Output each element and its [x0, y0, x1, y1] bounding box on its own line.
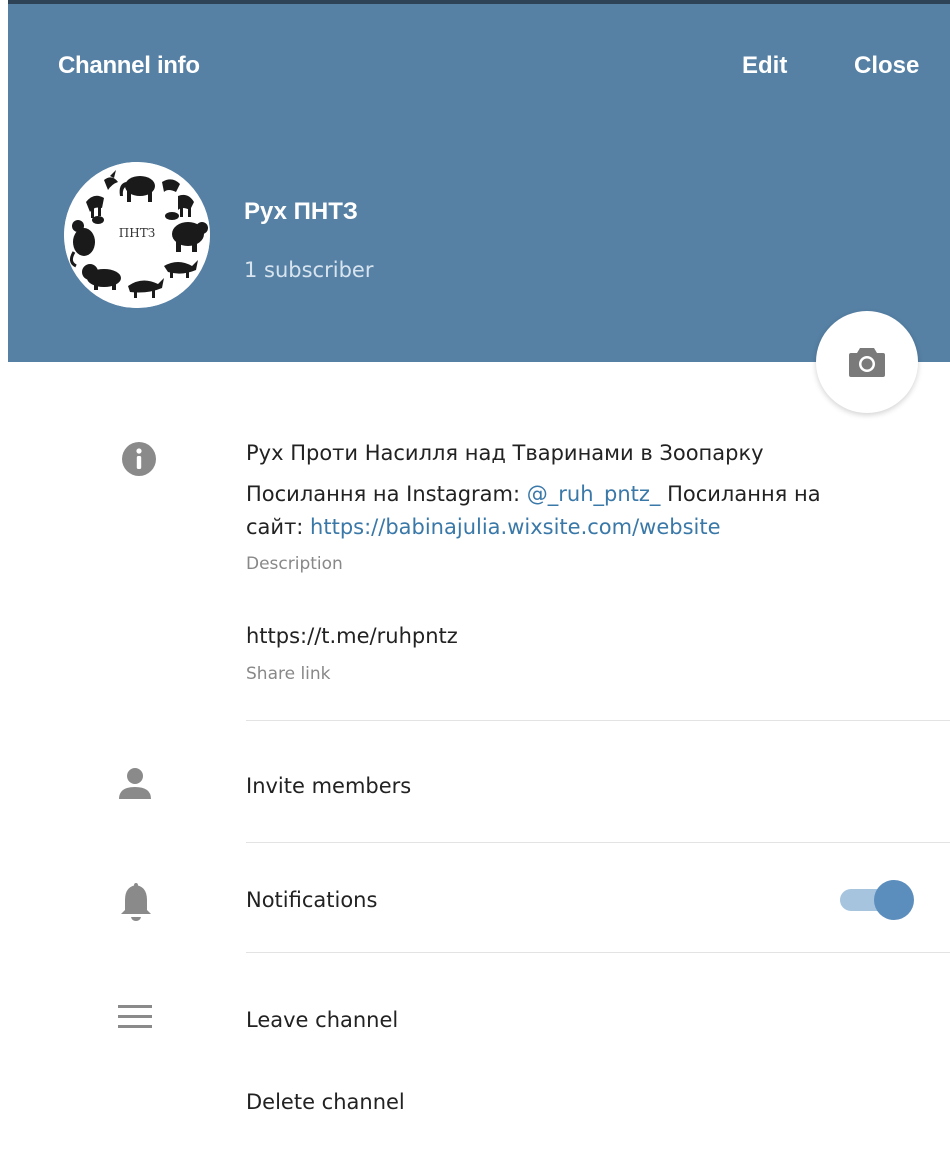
- divider: [246, 952, 950, 953]
- description-text: Посилання на: [660, 482, 821, 506]
- description-line-3: сайт: https://babinajulia.wixsite.com/we…: [246, 515, 721, 539]
- description-text: сайт:: [246, 515, 311, 539]
- divider: [246, 720, 950, 721]
- share-link[interactable]: https://t.me/ruhpntz: [246, 624, 458, 648]
- channel-info-header: Channel info Edit Close ПНТЗ Рух ПНТЗ 1 …: [8, 4, 950, 362]
- avatar-logo-text: ПНТЗ: [118, 226, 156, 240]
- description-caption: Description: [246, 554, 343, 574]
- change-photo-button[interactable]: [816, 311, 918, 413]
- divider: [246, 842, 950, 843]
- camera-icon: [849, 348, 885, 377]
- description-line-2: Посилання на Instagram: @_ruh_pntz_ Поси…: [246, 482, 821, 506]
- description-line-1: Рух Проти Насилля над Тваринами в Зоопар…: [246, 441, 764, 465]
- close-button[interactable]: Close: [854, 52, 919, 80]
- subscriber-count: 1 subscriber: [244, 258, 374, 282]
- toggle-knob: [874, 880, 914, 920]
- info-icon: [120, 440, 158, 482]
- menu-icon: [118, 1004, 154, 1034]
- person-icon: [116, 766, 154, 806]
- share-link-caption: Share link: [246, 664, 331, 684]
- channel-name: Рух ПНТЗ: [244, 198, 358, 225]
- bell-icon: [118, 880, 154, 926]
- website-link[interactable]: https://babinajulia.wixsite.com/website: [310, 515, 721, 539]
- notifications-label: Notifications: [246, 888, 378, 912]
- channel-avatar[interactable]: ПНТЗ: [64, 162, 210, 308]
- description-text: Посилання на Instagram:: [246, 482, 527, 506]
- delete-channel-button[interactable]: Delete channel: [246, 1090, 405, 1114]
- instagram-link[interactable]: @_ruh_pntz_: [527, 482, 661, 506]
- notifications-toggle[interactable]: [840, 880, 916, 920]
- page-title: Channel info: [58, 52, 200, 79]
- edit-button[interactable]: Edit: [742, 52, 787, 80]
- leave-channel-button[interactable]: Leave channel: [246, 1008, 398, 1032]
- invite-members-button[interactable]: Invite members: [246, 774, 411, 798]
